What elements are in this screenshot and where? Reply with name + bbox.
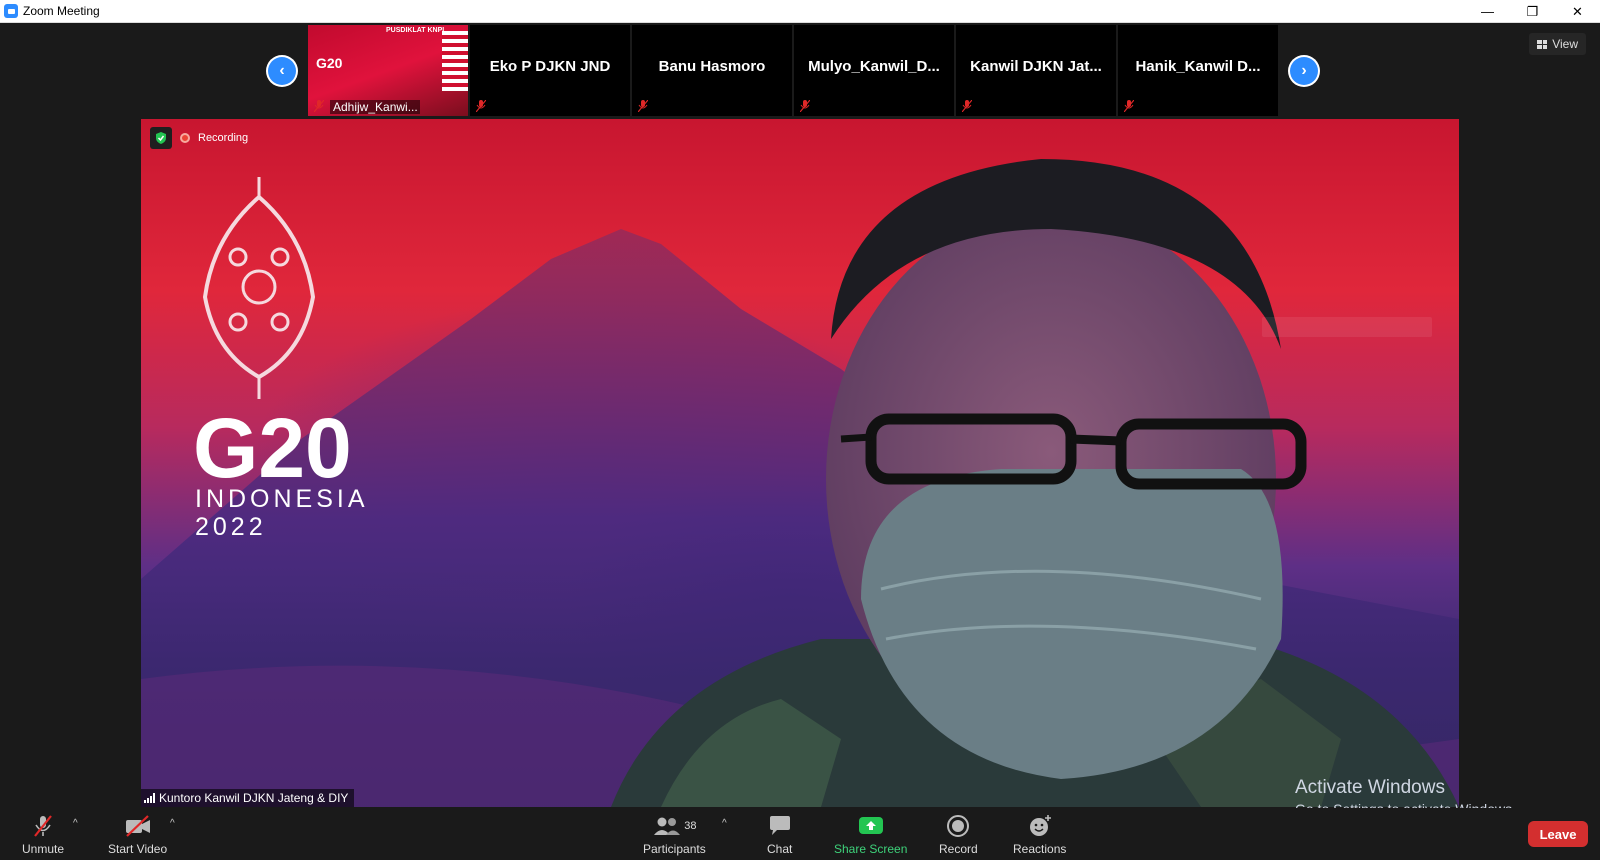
participants-options-caret[interactable]: ^ [722,818,727,829]
record-icon [946,814,970,838]
window-controls: — ❐ ✕ [1465,0,1600,23]
share-screen-label: Share Screen [834,842,908,856]
participants-icon: 38 [652,814,696,838]
indonesia-text: INDONESIA [195,485,369,513]
g20-logo-graphic: G20 INDONESIA 2022 [193,177,369,537]
zoom-app-icon [4,4,18,18]
reactions-label: Reactions [1013,842,1067,856]
meeting-toolbar: Unmute ^ Start Video ^ 38 Participants ^… [0,808,1600,860]
share-screen-button[interactable]: Share Screen [834,814,907,856]
start-video-button[interactable]: Start Video [108,814,167,856]
participant-name: Kanwil DJKN Jat... [970,58,1102,75]
participant-tile[interactable]: Hanik_Kanwil D... [1118,25,1278,116]
g20-text: G20 [193,401,352,495]
participant-tile[interactable]: Mulyo_Kanwil_D... [794,25,954,116]
participant-name: Eko P DJKN JND [489,58,611,75]
mic-muted-icon [962,100,972,112]
chat-icon [768,814,792,838]
participants-label: Participants [643,842,706,856]
restore-button[interactable]: ❐ [1510,0,1555,23]
signal-strength-icon [144,793,155,803]
active-speaker-video: G20 INDONESIA 2022 [141,119,1459,807]
view-button[interactable]: View [1529,33,1586,55]
grid-view-icon [1537,39,1548,49]
next-page-button[interactable]: › [1288,54,1320,87]
strip-spacer [1280,25,1288,116]
snip-overlay [1262,317,1432,337]
flag-stripes-graphic [442,31,468,91]
participants-button[interactable]: 38 Participants [643,814,706,856]
record-button[interactable]: Record [939,814,978,856]
unmute-button[interactable]: Unmute [22,814,64,856]
participant-tile[interactable]: Kanwil DJKN Jat... [956,25,1116,116]
smiley-icon [1027,814,1053,838]
unmute-label: Unmute [22,842,65,856]
mic-muted-icon [314,100,324,112]
mic-muted-icon [31,814,55,838]
minimize-button[interactable]: — [1465,0,1510,23]
previous-page-button[interactable]: ‹ [266,54,298,87]
chat-button[interactable]: Chat [767,814,792,856]
audio-options-caret[interactable]: ^ [73,818,78,829]
reactions-button[interactable]: Reactions [1013,814,1066,856]
recording-indicator: Recording [150,127,248,149]
mic-muted-icon [800,100,810,112]
window-title: Zoom Meeting [23,4,100,18]
mic-muted-icon [1124,100,1134,112]
record-label: Record [939,842,978,856]
participant-name: Mulyo_Kanwil_D... [808,58,940,75]
participant-name: Banu Hasmoro [658,58,766,75]
participant-name: Hanik_Kanwil D... [1135,58,1261,75]
recording-dot-icon [180,133,190,143]
mic-muted-icon [476,100,486,112]
start-video-label: Start Video [108,842,168,856]
close-button[interactable]: ✕ [1555,0,1600,23]
speaker-name: Kuntoro Kanwil DJKN Jateng & DIY [159,791,349,805]
tile-banner-text: PUSDIKLAT KNPL [386,27,447,34]
view-button-label: View [1552,37,1578,51]
share-screen-icon [858,814,884,838]
participant-tile[interactable]: Eko P DJKN JND [470,25,630,116]
participant-strip: ‹ PUSDIKLAT KNPL G20 Adhijw_Kanwi... Eko… [266,25,1320,116]
leave-button[interactable]: Leave [1528,821,1588,847]
activate-windows-title: Activate Windows [1295,777,1445,798]
chevron-right-icon: › [1290,56,1318,85]
participant-tile[interactable]: Banu Hasmoro [632,25,792,116]
chevron-left-icon: ‹ [268,56,296,85]
title-bar: Zoom Meeting — ❐ ✕ [0,0,1600,23]
recording-label: Recording [198,132,249,144]
chat-label: Chat [767,842,793,856]
video-off-icon [124,814,152,838]
speaker-name-label: Kuntoro Kanwil DJKN Jateng & DIY [141,789,355,807]
tile-logo-text: G20 [316,55,343,71]
participant-name: Adhijw_Kanwi... [330,100,420,114]
shield-icon[interactable] [150,127,172,149]
mic-muted-icon [638,100,648,112]
video-options-caret[interactable]: ^ [170,818,175,829]
participant-tile[interactable]: PUSDIKLAT KNPL G20 Adhijw_Kanwi... [308,25,468,116]
participants-count: 38 [684,820,697,832]
year-text: 2022 [195,513,267,537]
